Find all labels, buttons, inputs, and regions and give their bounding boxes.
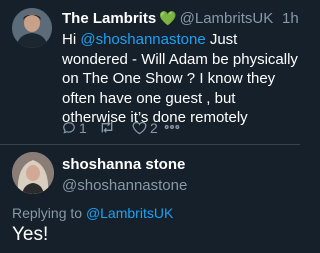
avatar-lambrits[interactable] [12,8,52,48]
tweet-time[interactable]: 1h [282,10,299,27]
original-tweet: The Lambrits 💚 @LambritsUK 1h Hi @shoshann… [0,0,300,140]
reply-button[interactable]: 1 [62,120,87,136]
reply-display-name[interactable]: shoshanna stone [62,156,185,173]
more-icon [164,120,180,134]
divider [0,144,300,145]
reply-count: 1 [79,120,87,136]
replying-to-link[interactable]: @LambritsUK [86,205,173,221]
user-handle[interactable]: @LambritsUK [180,10,274,27]
like-count: 2 [150,120,158,136]
retweet-button[interactable] [99,120,118,134]
like-button[interactable]: 2 [132,120,158,136]
tweet-actions: 1 2 [62,120,202,140]
reply-text: Yes! [12,224,49,245]
avatar-shoshanna[interactable] [12,152,54,194]
replying-to-label: Replying to [12,205,86,221]
like-icon [132,121,147,135]
replying-to: Replying to @LambritsUK [12,205,173,221]
green-heart-icon: 💚 [159,10,177,26]
reply-handle[interactable]: @shoshannastone [62,177,187,194]
display-name[interactable]: The Lambrits [62,10,156,27]
mention-link[interactable]: @shoshannastone [80,31,205,48]
tweet-header: The Lambrits 💚 @LambritsUK 1h [62,10,300,30]
more-options-button[interactable] [164,120,180,134]
reply-icon [62,121,76,135]
tweet-text: Hi @shoshannastone Just wondered - Will … [62,30,298,128]
retweet-icon [99,120,115,134]
tweet-text-start: Hi [62,31,81,48]
